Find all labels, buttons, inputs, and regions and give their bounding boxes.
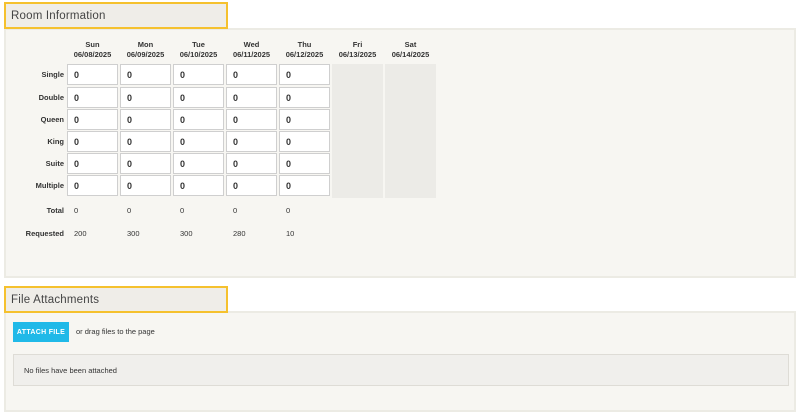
file-attachments-title: File Attachments — [4, 286, 228, 313]
day-date: 06/13/2025 — [338, 50, 377, 59]
room-count-input[interactable]: 0 — [67, 109, 118, 130]
room-count-input[interactable]: 0 — [120, 64, 171, 85]
total-row-value: 0 — [233, 206, 238, 215]
day-header: Fri 06/13/2025 — [331, 40, 384, 60]
attach-file-button[interactable]: ATTACH FILE — [13, 322, 69, 342]
disabled-day-column — [332, 64, 383, 198]
room-count-input[interactable]: 0 — [173, 153, 224, 174]
day-of-week: Tue — [192, 40, 205, 49]
total-row-value: 0 — [127, 206, 132, 215]
requested-row-value: 200 — [74, 229, 87, 238]
day-of-week: Sun — [85, 40, 100, 49]
requested-row-value: 300 — [180, 229, 193, 238]
room-count-input[interactable]: 0 — [120, 175, 171, 196]
day-header: Thu 06/12/2025 — [278, 40, 331, 60]
drag-files-hint: or drag files to the page — [76, 327, 155, 336]
requested-row-value: 10 — [286, 229, 295, 238]
day-header: Wed 06/11/2025 — [225, 40, 278, 60]
total-row-value: 0 — [180, 206, 185, 215]
day-header: Mon 06/09/2025 — [119, 40, 172, 60]
room-count-input[interactable]: 0 — [279, 109, 330, 130]
room-count-input[interactable]: 0 — [279, 64, 330, 85]
room-type-label: Multiple — [35, 181, 64, 190]
day-date: 06/08/2025 — [73, 50, 112, 59]
requested-row-value: 280 — [233, 229, 246, 238]
room-count-input[interactable]: 0 — [67, 131, 118, 152]
day-header: Tue 06/10/2025 — [172, 40, 225, 60]
room-count-input[interactable]: 0 — [173, 131, 224, 152]
day-of-week: Sat — [404, 40, 417, 49]
room-count-input[interactable]: 0 — [120, 109, 171, 130]
room-count-input[interactable]: 0 — [226, 153, 277, 174]
day-date: 06/09/2025 — [126, 50, 165, 59]
room-count-input[interactable]: 0 — [226, 175, 277, 196]
room-count-input[interactable]: 0 — [173, 87, 224, 108]
no-files-message: No files have been attached — [24, 365, 117, 375]
day-header: Sat 06/14/2025 — [384, 40, 437, 60]
requested-row-value: 300 — [127, 229, 140, 238]
day-date: 06/10/2025 — [179, 50, 218, 59]
day-date: 06/14/2025 — [391, 50, 430, 59]
room-information-title: Room Information — [4, 2, 228, 29]
room-type-label: Single — [41, 70, 64, 79]
room-count-input[interactable]: 0 — [173, 109, 224, 130]
room-count-input[interactable]: 0 — [120, 153, 171, 174]
day-of-week: Mon — [137, 40, 154, 49]
room-count-input[interactable]: 0 — [173, 64, 224, 85]
total-row-value: 0 — [74, 206, 79, 215]
room-count-input[interactable]: 0 — [226, 131, 277, 152]
room-count-input[interactable]: 0 — [226, 87, 277, 108]
day-date: 06/12/2025 — [285, 50, 324, 59]
room-type-label: Double — [38, 93, 64, 102]
room-count-input[interactable]: 0 — [120, 87, 171, 108]
room-count-input[interactable]: 0 — [67, 153, 118, 174]
attached-files-list[interactable]: No files have been attached — [13, 354, 789, 386]
requested-row-label: Requested — [25, 229, 64, 238]
day-of-week: Fri — [352, 40, 363, 49]
day-of-week: Thu — [297, 40, 312, 49]
total-row-value: 0 — [286, 206, 291, 215]
room-count-input[interactable]: 0 — [173, 175, 224, 196]
disabled-day-column — [385, 64, 436, 198]
room-count-input[interactable]: 0 — [120, 131, 171, 152]
day-date: 06/11/2025 — [232, 50, 271, 59]
room-type-label: Suite — [45, 159, 64, 168]
day-header: Sun 06/08/2025 — [66, 40, 119, 60]
room-count-input[interactable]: 0 — [67, 87, 118, 108]
day-of-week: Wed — [243, 40, 260, 49]
room-count-input[interactable]: 0 — [226, 109, 277, 130]
room-type-label: King — [47, 137, 64, 146]
room-count-input[interactable]: 0 — [226, 64, 277, 85]
room-count-input[interactable]: 0 — [67, 64, 118, 85]
total-row-label: Total — [46, 206, 64, 215]
room-count-input[interactable]: 0 — [279, 153, 330, 174]
room-count-input[interactable]: 0 — [279, 131, 330, 152]
room-count-input[interactable]: 0 — [67, 175, 118, 196]
room-count-input[interactable]: 0 — [279, 175, 330, 196]
room-count-input[interactable]: 0 — [279, 87, 330, 108]
room-type-label: Queen — [40, 115, 64, 124]
